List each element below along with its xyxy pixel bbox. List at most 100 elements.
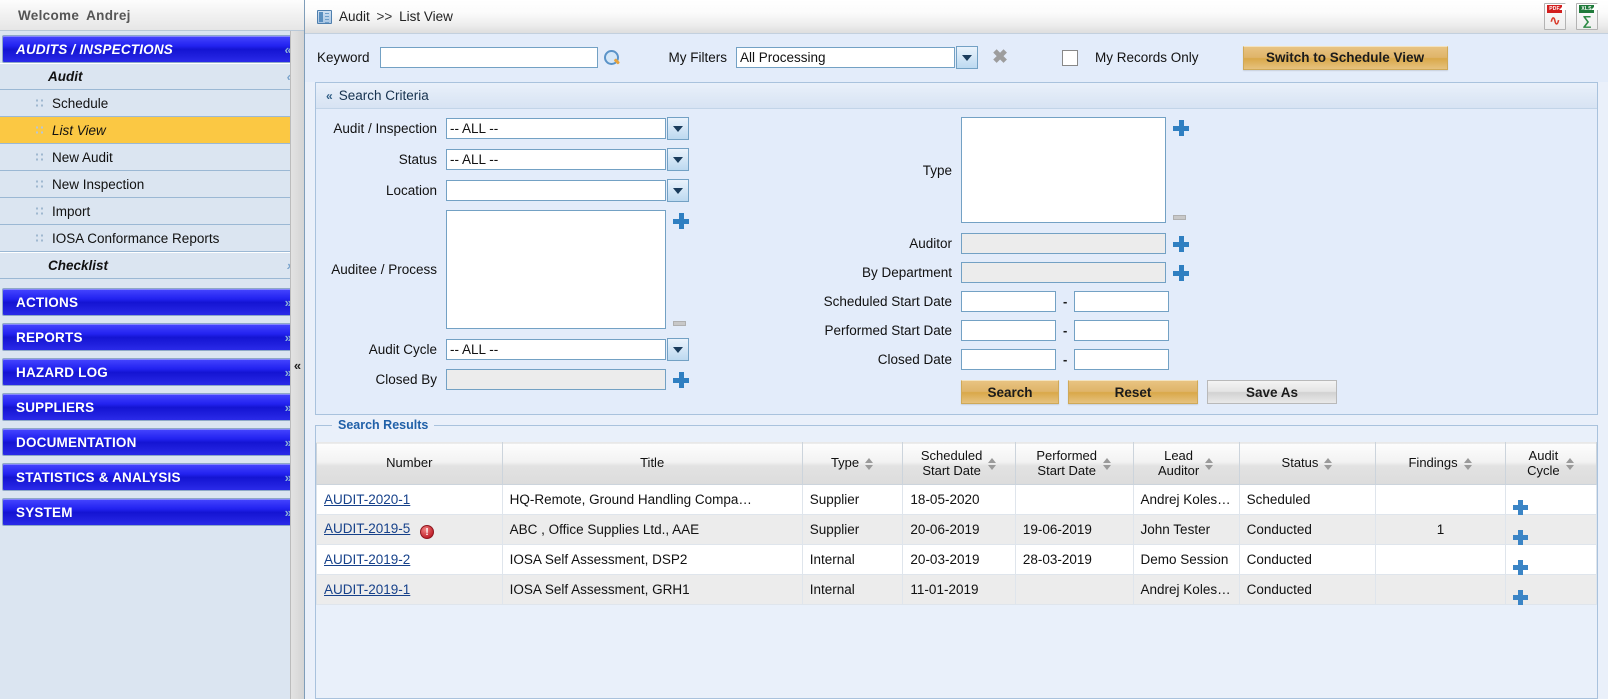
sidebar-item-iosa-conformance-reports[interactable]: IOSA Conformance Reports	[0, 225, 304, 252]
chevron-down-icon	[962, 54, 973, 61]
add-closed-by-icon[interactable]	[673, 371, 689, 388]
cell-scheduled-start-date: 11-01-2019	[902, 574, 1016, 605]
column-header-status[interactable]: Status	[1238, 442, 1377, 485]
breadcrumb-root[interactable]: Audit	[339, 9, 370, 24]
sidebar-item-new-audit[interactable]: New Audit	[0, 144, 304, 171]
scheduled-start-date-to-input[interactable]	[1074, 291, 1170, 312]
table-row[interactable]: AUDIT-2020-1 HQ-Remote, Ground Handling …	[316, 484, 1598, 515]
sidebar-group-reports[interactable]: REPORTS »	[2, 323, 302, 351]
sidebar-group-hazard-log[interactable]: HAZARD LOG »	[2, 358, 302, 386]
type-listbox[interactable]	[961, 117, 1166, 223]
column-header-title[interactable]: Title	[501, 442, 803, 485]
sidebar-item-list-view[interactable]: List View	[0, 117, 304, 144]
field-audit-inspection: Audit / Inspection	[316, 117, 706, 140]
location-dropdown-button[interactable]	[667, 179, 689, 202]
sort-toggle-icon[interactable]	[1324, 457, 1333, 470]
sidebar-item-new-inspection[interactable]: New Inspection	[0, 171, 304, 198]
column-header-number[interactable]: Number	[316, 442, 503, 485]
cell-scheduled-start-date: 20-03-2019	[902, 544, 1016, 575]
sidebar-group-audits-inspections[interactable]: AUDITS / INSPECTIONS «	[2, 35, 302, 63]
search-button[interactable]: Search	[961, 380, 1059, 404]
export-excel-icon[interactable]: XLS ∑	[1576, 3, 1598, 30]
search-criteria-header[interactable]: « Search Criteria	[316, 83, 1597, 109]
type-label: Type	[922, 162, 952, 178]
table-row[interactable]: AUDIT-2019-1 IOSA Self Assessment, GRH1 …	[316, 574, 1598, 605]
sidebar-subgroup-audit[interactable]: Audit «	[0, 63, 304, 90]
audit-number-link[interactable]: AUDIT-2019-2	[324, 552, 410, 567]
my-records-only-checkbox[interactable]	[1062, 49, 1079, 66]
sort-toggle-icon[interactable]	[1565, 457, 1575, 470]
save-as-button[interactable]: Save As	[1207, 380, 1337, 404]
audit-inspection-dropdown-button[interactable]	[667, 117, 689, 140]
status-input[interactable]	[446, 149, 666, 170]
sidebar-subgroup-label: Checklist	[48, 258, 109, 273]
export-pdf-icon[interactable]: PDF ∿	[1544, 3, 1566, 30]
location-input[interactable]	[446, 180, 666, 201]
clear-filter-icon[interactable]: ✖	[991, 48, 1009, 67]
by-department-input[interactable]	[961, 262, 1166, 283]
auditor-input[interactable]	[961, 233, 1166, 254]
my-filters-input[interactable]	[736, 47, 956, 68]
add-auditee-icon[interactable]	[673, 213, 689, 229]
sort-toggle-icon[interactable]	[1205, 457, 1214, 470]
warning-icon: !	[420, 524, 435, 539]
application-window: Welcome Andrej AUDITS / INSPECTIONS « Au…	[0, 0, 1608, 699]
field-type: Type	[706, 117, 1597, 223]
audit-cycle-dropdown-button[interactable]	[667, 338, 689, 361]
breadcrumb-leaf: List View	[399, 9, 453, 24]
closed-date-from-input[interactable]	[961, 349, 1056, 370]
keyword-input[interactable]	[379, 47, 598, 68]
results-header-row: Number Title Type Scheduled Start Date P…	[316, 442, 1598, 485]
search-icon[interactable]	[603, 49, 621, 67]
remove-type-icon[interactable]	[1173, 215, 1186, 220]
sidebar-item-import[interactable]: Import	[0, 198, 304, 225]
grip-dots-icon	[36, 126, 43, 134]
sidebar-group-statistics-analysis[interactable]: STATISTICS & ANALYSIS »	[2, 463, 302, 491]
scheduled-start-date-from-input[interactable]	[961, 291, 1056, 312]
sidebar-item-schedule[interactable]: Schedule	[0, 90, 304, 117]
sidebar-group-system[interactable]: SYSTEM »	[2, 498, 302, 526]
sidebar-collapse-handle[interactable]: «	[290, 31, 304, 699]
column-header-performed-start-date[interactable]: Performed Start Date	[1014, 442, 1134, 485]
sidebar-group-documentation[interactable]: DOCUMENTATION »	[2, 428, 302, 456]
breadcrumb-separator: >>	[376, 9, 393, 24]
sort-toggle-icon[interactable]	[1463, 457, 1473, 470]
closed-by-input[interactable]	[446, 369, 666, 390]
sort-toggle-icon[interactable]	[865, 457, 874, 470]
auditee-process-listbox[interactable]	[446, 210, 666, 329]
table-row[interactable]: AUDIT-2019-2 IOSA Self Assessment, DSP2 …	[316, 544, 1598, 575]
closed-date-to-input[interactable]	[1074, 349, 1170, 370]
sort-toggle-icon[interactable]	[1103, 457, 1112, 470]
performed-start-date-from-input[interactable]	[961, 320, 1056, 341]
reset-button[interactable]: Reset	[1068, 380, 1198, 404]
audit-number-link[interactable]: AUDIT-2020-1	[324, 492, 410, 507]
grip-dots-icon	[36, 180, 43, 188]
column-header-lead-auditor[interactable]: Lead Auditor	[1132, 442, 1240, 485]
auditor-label: Auditor	[909, 236, 952, 251]
status-dropdown-button[interactable]	[667, 148, 689, 171]
remove-auditee-icon[interactable]	[673, 321, 686, 326]
sidebar-group-actions[interactable]: ACTIONS »	[2, 288, 302, 316]
audit-cycle-input[interactable]	[446, 339, 666, 360]
chevron-down-icon	[673, 156, 683, 163]
sidebar-subgroup-checklist[interactable]: Checklist »	[0, 252, 304, 279]
audit-number-link[interactable]: AUDIT-2019-5	[324, 521, 410, 536]
column-label-line2: Cycle	[1527, 462, 1560, 478]
column-header-audit-cycle[interactable]: Audit Cycle	[1504, 442, 1598, 485]
table-row[interactable]: AUDIT-2019-5 ! ABC , Office Supplies Ltd…	[316, 514, 1598, 545]
column-header-type[interactable]: Type	[801, 442, 904, 485]
sidebar-group-suppliers[interactable]: SUPPLIERS »	[2, 393, 302, 421]
my-filters-dropdown-button[interactable]	[956, 46, 979, 69]
audit-number-link[interactable]: AUDIT-2019-1	[324, 582, 410, 597]
by-department-label: By Department	[861, 265, 952, 280]
add-auditor-icon[interactable]	[1173, 235, 1189, 252]
column-header-findings[interactable]: Findings	[1375, 442, 1506, 485]
add-department-icon[interactable]	[1173, 264, 1189, 281]
audit-inspection-input[interactable]	[446, 118, 666, 139]
performed-start-date-to-input[interactable]	[1074, 320, 1170, 341]
switch-to-schedule-view-button[interactable]: Switch to Schedule View	[1242, 45, 1448, 70]
sort-toggle-icon[interactable]	[988, 457, 997, 470]
grip-dots-icon	[36, 99, 43, 107]
column-header-scheduled-start-date[interactable]: Scheduled Start Date	[902, 442, 1016, 485]
add-type-icon[interactable]	[1173, 120, 1189, 136]
